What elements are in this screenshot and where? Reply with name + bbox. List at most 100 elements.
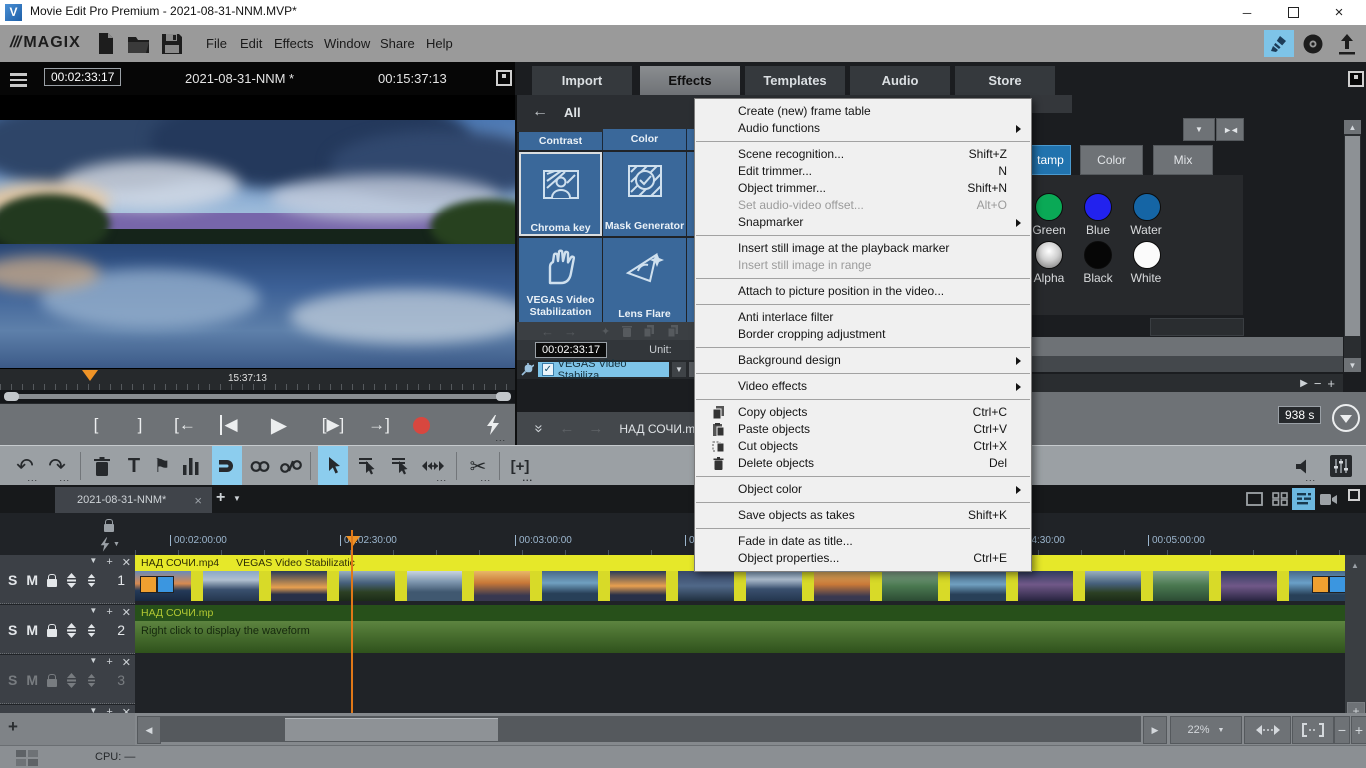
scrubber-handle-left[interactable] [4, 392, 19, 401]
hscroll-track[interactable] [161, 716, 1141, 742]
preview-ruler[interactable]: 15:37:13 [0, 368, 515, 391]
all-tracks-mode-button[interactable] [385, 446, 415, 486]
track-close-icon[interactable]: ✕ [122, 556, 131, 569]
menu-help[interactable]: Help [420, 25, 459, 62]
track-lock-icon[interactable] [47, 579, 57, 587]
add-track-button[interactable]: + [8, 717, 18, 737]
clip-thumbnail[interactable] [271, 571, 327, 601]
effect-tile-chroma-key[interactable]: Chroma key [519, 152, 602, 236]
track-height-icon[interactable] [66, 673, 77, 688]
clip-thumbnail[interactable] [814, 571, 870, 601]
group-button[interactable] [246, 446, 274, 486]
menu-effects[interactable]: Effects [268, 25, 320, 62]
history-forward-icon[interactable]: → [564, 324, 577, 339]
menu-item-fade-in-date-as-title[interactable]: Fade in date as title... [695, 533, 1031, 550]
mute-button[interactable]: M [26, 622, 38, 638]
track-add-icon[interactable]: + [106, 556, 112, 569]
export-icon[interactable] [1332, 30, 1362, 57]
clip-thumbnail[interactable] [1018, 571, 1074, 601]
clock-icon[interactable] [1332, 404, 1360, 432]
delete-object-button[interactable] [88, 446, 116, 486]
view-mode-grid-icon[interactable] [1268, 488, 1291, 510]
color-button[interactable]: Color [1080, 145, 1143, 175]
track-scroll-up-icon[interactable]: ▲ [1351, 561, 1359, 570]
track-minimize-icon[interactable] [86, 623, 97, 638]
collapse-chevrons-icon[interactable]: » [531, 424, 548, 432]
jump-to-start-button[interactable]: [← [168, 404, 202, 446]
record-button[interactable] [408, 404, 434, 446]
track-height-icon[interactable] [66, 573, 77, 588]
view-mode-single-icon[interactable] [1243, 488, 1266, 510]
swatch-alpha[interactable] [1035, 241, 1063, 269]
design-tools-button[interactable] [1264, 30, 1294, 57]
menu-item-video-effects[interactable]: Video effects [695, 378, 1031, 395]
menu-item-create-frame-table[interactable]: Create (new) frame table [695, 103, 1031, 120]
effect-tile-lens-flare[interactable]: Lens Flare [603, 238, 686, 322]
mix-button[interactable]: Mix [1153, 145, 1213, 175]
menu-item-background-design[interactable]: Background design [695, 352, 1031, 369]
menu-item-save-objects-as-takes[interactable]: Save objects as takesShift+K [695, 507, 1031, 524]
menu-item-object-trimmer[interactable]: Object trimmer...Shift+N [695, 180, 1031, 197]
tab-store[interactable]: Store [955, 66, 1055, 95]
project-tab[interactable]: 2021-08-31-NNM* × [55, 487, 212, 513]
clip-thumbnail[interactable] [1153, 571, 1209, 601]
snap-magnet-button[interactable] [212, 446, 242, 486]
media-prev-icon[interactable]: ← [559, 420, 574, 437]
effect-tile-vegas-video-stabilization[interactable]: VEGAS Video Stabilization [519, 238, 602, 322]
quick-export-button[interactable]: ... [478, 404, 508, 446]
single-object-mode-button[interactable] [352, 446, 382, 486]
mute-button[interactable]: M [26, 672, 38, 688]
scroll-down-icon[interactable]: ▼ [1344, 358, 1361, 372]
playhead-line[interactable] [351, 530, 353, 713]
track-add-icon[interactable]: + [106, 606, 112, 619]
minimize-button[interactable]: ─ [1224, 0, 1270, 25]
mixer-button[interactable] [1326, 446, 1356, 486]
ungroup-button[interactable] [276, 446, 306, 486]
mute-button[interactable]: M [26, 572, 38, 588]
fade-handle-orange[interactable] [140, 576, 157, 593]
redo-button[interactable]: ↷... [42, 446, 72, 486]
undock-panel-icon[interactable] [1348, 71, 1364, 87]
swatch-green[interactable] [1035, 193, 1063, 221]
paste-keyframe-icon[interactable] [668, 325, 680, 337]
solo-button[interactable]: S [8, 622, 17, 638]
effect-enabled-checkbox[interactable]: ✓ [542, 363, 554, 376]
undock-timeline-icon[interactable] [1348, 489, 1360, 501]
menu-window[interactable]: Window [318, 25, 376, 62]
menu-edit[interactable]: Edit [234, 25, 268, 62]
clip-thumbnail[interactable] [407, 571, 463, 601]
title-editor-button[interactable]: T [120, 446, 148, 486]
clip-thumbnail[interactable] [746, 571, 802, 601]
track-minimize-icon[interactable] [86, 673, 97, 688]
track-lock-icon[interactable] [47, 679, 57, 687]
range-start-button[interactable]: [ [84, 404, 108, 446]
zoom-horizontal-fit-icon[interactable] [1244, 716, 1291, 744]
panel-dropdown-icon[interactable]: ▼ [1183, 118, 1215, 141]
track-collapse-icon[interactable]: ▼ [89, 606, 97, 619]
history-back-icon[interactable]: ← [541, 324, 554, 339]
view-mode-timeline-icon[interactable] [1292, 488, 1315, 510]
clip-thumbnail[interactable] [339, 571, 395, 601]
menu-item-paste-objects[interactable]: Paste objectsCtrl+V [695, 421, 1031, 438]
previous-frame-button[interactable]: ◀ [214, 404, 244, 446]
track-minimize-icon[interactable] [86, 573, 97, 588]
save-icon[interactable] [160, 32, 184, 56]
copy-keyframe-icon[interactable] [644, 325, 656, 337]
menu-item-edit-trimmer[interactable]: Edit trimmer...N [695, 163, 1031, 180]
tab-audio[interactable]: Audio [850, 66, 950, 95]
play-button[interactable]: ▶ [264, 404, 294, 446]
effect-duration[interactable]: 938 s [1278, 406, 1321, 424]
effect-tile-mask-generator[interactable]: Mask Generator [603, 152, 686, 236]
clip-thumbnail[interactable] [1085, 571, 1141, 601]
preview-playhead-marker[interactable] [82, 370, 98, 381]
menu-item-border-cropping[interactable]: Border cropping adjustment [695, 326, 1031, 343]
clip-thumbnail[interactable] [882, 571, 938, 601]
stamp-button[interactable]: tamp [1030, 145, 1071, 175]
add-keyframe-icon[interactable]: ✦ [601, 325, 610, 338]
scroll-up-icon[interactable]: ▲ [1344, 120, 1361, 134]
undock-preview-icon[interactable] [496, 70, 512, 86]
preview-scrubber[interactable] [0, 390, 515, 403]
clip-thumbnail[interactable] [203, 571, 259, 601]
menu-item-anti-interlace-filter[interactable]: Anti interlace filter [695, 309, 1031, 326]
kf-scroll-right-icon[interactable]: ▶ [1300, 378, 1308, 389]
